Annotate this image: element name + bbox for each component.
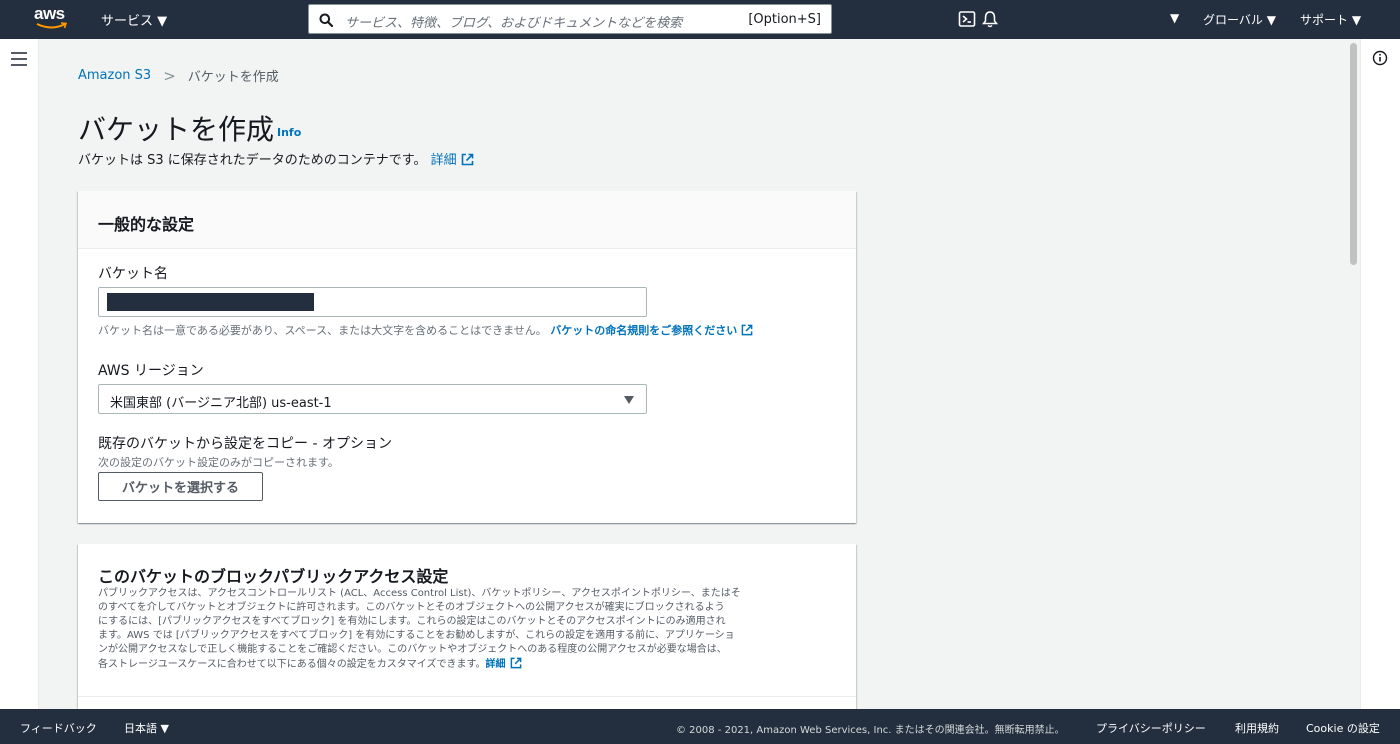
search-box[interactable]: サービス、特徴、ブログ、およびドキュメントなどを検索 [Option+S]: [308, 4, 832, 34]
copy-settings-label: 既存のバケットから設定をコピー - オプション: [98, 436, 392, 452]
choose-bucket-button[interactable]: バケットを選択する: [98, 472, 263, 501]
general-configuration-heading: 一般的な設定: [98, 215, 195, 234]
support-menu[interactable]: サポート ▼: [1300, 11, 1361, 28]
page-description: バケットは S3 に保存されたデータのためのコンテナです。 詳細: [78, 149, 474, 168]
search-placeholder: サービス、特徴、ブログ、およびドキュメントなどを検索: [345, 16, 683, 31]
footer: フィードバック 日本語 ▼ © 2008 - 2021, Amazon Web …: [0, 709, 1400, 744]
copy-settings-hint: 次の設定のバケット設定のみがコピーされます。: [98, 456, 339, 469]
external-link-icon: [461, 153, 473, 166]
block-public-access-panel: このバケットのブロックパブリックアクセス設定 パブリックアクセスは、アクセスコン…: [78, 544, 856, 714]
right-tools-rail: [1360, 39, 1400, 709]
page-description-text: バケットは S3 に保存されたデータのためのコンテナです。: [78, 153, 427, 168]
external-link-icon: [510, 657, 521, 669]
services-menu[interactable]: サービス ▼: [101, 10, 167, 29]
redacted-bucket-name: [107, 293, 314, 311]
scrollbar[interactable]: [1347, 39, 1360, 709]
breadcrumb-amazon-s3[interactable]: Amazon S3: [78, 68, 151, 83]
block-public-access-heading: このバケットのブロックパブリックアクセス設定: [98, 567, 449, 586]
aws-region-label: AWS リージョン: [98, 363, 204, 379]
page-title: バケットを作成: [78, 113, 275, 146]
aws-logo[interactable]: aws: [34, 5, 74, 33]
search-icon: [319, 13, 333, 27]
bucket-naming-rules-link[interactable]: バケットの命名規則をご参照ください: [550, 324, 753, 337]
general-configuration-panel: 一般的な設定 バケット名 バケット名は一意である必要があり、スペース、または大文…: [78, 191, 856, 523]
smile-arrow-icon: [36, 22, 68, 29]
feedback-link[interactable]: フィードバック: [20, 720, 97, 736]
block-public-access-description: パブリックアクセスは、アクセスコントロールリスト (ACL、Access Con…: [98, 588, 741, 670]
language-selector[interactable]: 日本語 ▼: [124, 720, 169, 736]
account-menu-caret[interactable]: ▼: [1170, 11, 1179, 25]
terms-link[interactable]: 利用規約: [1235, 720, 1279, 736]
external-link-icon: [741, 324, 753, 336]
aws-region-value: 米国東部 (バージニア北部) us-east-1: [110, 396, 332, 411]
general-configuration-header: 一般的な設定: [78, 191, 856, 249]
bell-icon[interactable]: [981, 10, 999, 28]
info-circle-icon[interactable]: [1372, 50, 1388, 66]
bucket-name-label: バケット名: [98, 266, 168, 282]
copyright-text: © 2008 - 2021, Amazon Web Services, Inc.…: [676, 725, 1065, 736]
top-navigation: aws サービス ▼ サービス、特徴、ブログ、およびドキュメントなどを検索 [O…: [0, 0, 1400, 39]
breadcrumb-current: バケットを作成: [187, 70, 279, 85]
region-menu[interactable]: グローバル ▼: [1203, 11, 1276, 28]
caret-down-icon: [624, 396, 634, 404]
info-link[interactable]: Info: [277, 126, 301, 139]
aws-logo-text: aws: [34, 4, 65, 23]
left-navigation-rail: [0, 39, 39, 709]
aws-region-select[interactable]: 米国東部 (バージニア北部) us-east-1: [98, 384, 647, 414]
scrollbar-thumb[interactable]: [1350, 43, 1357, 265]
bucket-name-hint: バケット名は一意である必要があり、スペース、または大文字を含めることはできません…: [98, 322, 753, 338]
hamburger-menu-icon[interactable]: [11, 52, 27, 66]
bucket-name-input[interactable]: [98, 287, 647, 317]
cookie-settings-link[interactable]: Cookie の設定: [1306, 720, 1380, 736]
privacy-policy-link[interactable]: プライバシーポリシー: [1096, 720, 1206, 736]
cloudshell-icon[interactable]: [958, 10, 976, 28]
block-public-access-learn-more-link[interactable]: 詳細: [486, 657, 522, 670]
breadcrumb-separator: >: [163, 66, 176, 85]
search-shortcut: [Option+S]: [748, 12, 821, 27]
breadcrumb: Amazon S3 > バケットを作成: [78, 66, 279, 86]
panel-divider: [78, 696, 856, 697]
learn-more-link[interactable]: 詳細: [431, 153, 474, 168]
